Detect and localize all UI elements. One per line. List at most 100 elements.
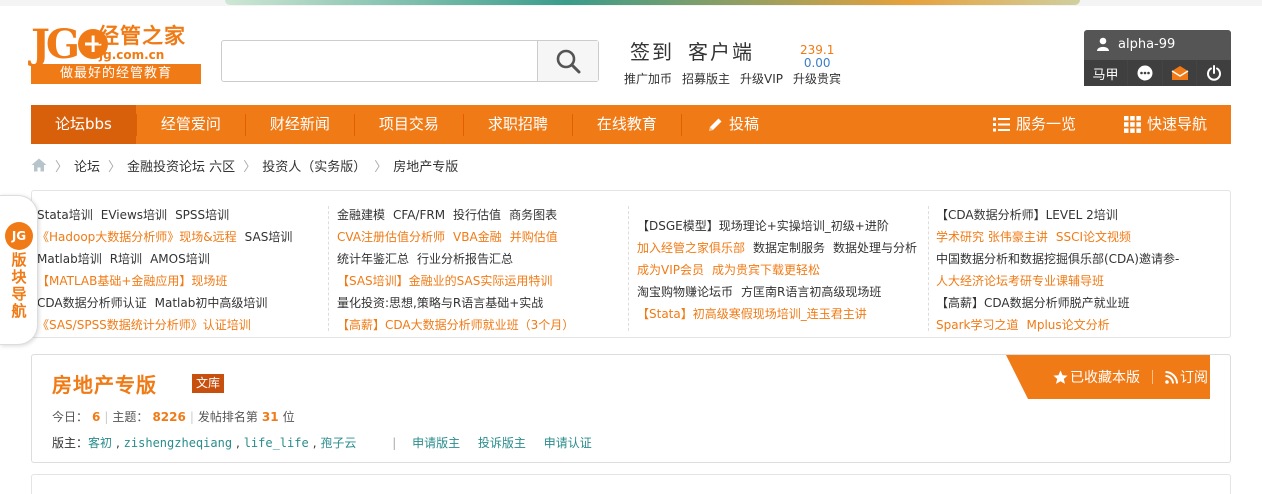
logout-button[interactable]: [1197, 60, 1231, 86]
breadcrumb-forum[interactable]: 论坛: [74, 156, 100, 175]
alt-account-button[interactable]: 马甲: [1084, 60, 1128, 86]
messages-button[interactable]: [1128, 60, 1163, 86]
search-input[interactable]: [222, 41, 538, 81]
ad-link[interactable]: EViews培训: [101, 208, 167, 222]
topics-label: 主题：: [112, 410, 149, 424]
ad-link[interactable]: 成为VIP会员: [637, 263, 704, 277]
header-primary-links: 签到 客户端: [630, 36, 768, 65]
ad-link[interactable]: 并购估值: [510, 230, 558, 244]
ad-link[interactable]: 数据定制服务: [753, 241, 825, 255]
upgrade-guest-link[interactable]: 升级贵宾: [793, 72, 841, 86]
ad-link[interactable]: 【DSGE模型】现场理论+实操培训_初级+进阶: [637, 219, 889, 233]
ad-column-2: 金融建模 CFA/FRM 投行估值 商务图表 CVA注册估值分析师 VBA金融 并购估值 …: [337, 204, 582, 336]
user-name-row[interactable]: alpha-99: [1084, 30, 1231, 58]
forum-header: 房地产专版 文库 已收藏本版 订阅 今日： 6 | 主题： 8226 | 发帖排名第 31 位 …: [31, 354, 1231, 463]
ad-link[interactable]: SSCI论文视频: [1056, 230, 1131, 244]
ad-link[interactable]: Mplus论文分析: [1026, 318, 1109, 332]
today-count: 6: [92, 410, 101, 424]
ad-link[interactable]: 【Stata】初高级寒假现场培训_连玉君主讲: [637, 307, 867, 321]
ad-link[interactable]: VBA金融: [453, 230, 502, 244]
ad-link[interactable]: 【MATLAB基础+金融应用】现场班: [37, 274, 227, 288]
home-icon[interactable]: [31, 158, 47, 172]
ad-link[interactable]: CVA注册估值分析师: [337, 230, 445, 244]
ad-link[interactable]: Matlab培训: [37, 252, 102, 266]
ad-link[interactable]: 《SAS/SPSS数据统计分析师》认证培训: [37, 318, 251, 332]
ad-link[interactable]: 行业分析报告汇总: [417, 252, 513, 266]
breadcrumb-separator: 〉: [374, 159, 388, 175]
topics-count: 8226: [152, 410, 186, 424]
client-link[interactable]: 客户端: [688, 40, 754, 64]
moderator-link[interactable]: 孢子云: [320, 436, 356, 450]
ad-link[interactable]: 量化投资:思想,策略与R语言基础+实战: [337, 296, 543, 310]
grid-icon: [1123, 116, 1141, 133]
site-logo[interactable]: JG + 经管之家 jg.com.cn 做最好的经管教育: [31, 22, 201, 84]
nav-projects[interactable]: 项目交易: [355, 105, 463, 144]
ad-link[interactable]: 【高薪】CDA大数据分析师就业班（3个月）: [337, 318, 574, 332]
nav-education[interactable]: 在线教育: [573, 105, 681, 144]
ad-link[interactable]: 《Hadoop大数据分析师》现场&远程: [37, 230, 237, 244]
ad-link[interactable]: SAS培训: [245, 230, 293, 244]
ad-link[interactable]: 淘宝购物赚论坛币: [637, 285, 733, 299]
search-button[interactable]: [537, 41, 598, 81]
ad-link[interactable]: 成为贵宾下载更轻松: [712, 263, 820, 277]
nav-quick[interactable]: 快速导航: [1100, 105, 1231, 144]
pencil-icon: [708, 118, 722, 131]
apply-moderator-link[interactable]: 申请版主: [412, 436, 460, 450]
nav-submit[interactable]: 投稿: [682, 105, 783, 144]
search-icon: [556, 49, 581, 74]
ad-link[interactable]: 金融建模: [337, 208, 385, 222]
nav-news[interactable]: 财经新闻: [246, 105, 354, 144]
breadcrumb: 〉 论坛 〉 金融投资论坛 六区 〉 投资人（实务版） 〉 房地产专版: [31, 150, 458, 180]
ad-link[interactable]: 人大经济论坛考研专业课辅导班: [936, 274, 1104, 288]
ad-link[interactable]: Stata培训: [37, 208, 93, 222]
ad-link[interactable]: SPSS培训: [175, 208, 229, 222]
upgrade-vip-link[interactable]: 升级VIP: [740, 72, 783, 86]
rss-button[interactable]: 订阅: [1165, 367, 1208, 387]
breadcrumb-separator: 〉: [243, 159, 257, 175]
ad-link[interactable]: 中国数据分析和数据挖掘俱乐部(CDA)邀请参-: [936, 252, 1179, 266]
ad-link[interactable]: AMOS培训: [150, 252, 210, 266]
ad-link[interactable]: 【CDA数据分析师】LEVEL 2培训: [936, 208, 1118, 222]
nav-jobs[interactable]: 求职招聘: [464, 105, 572, 144]
breadcrumb-board[interactable]: 投资人（实务版）: [262, 156, 366, 175]
ad-link[interactable]: 统计年鉴汇总: [337, 252, 409, 266]
nav-ask[interactable]: 经管爱问: [137, 105, 245, 144]
ad-link[interactable]: 加入经管之家俱乐部: [637, 241, 745, 255]
nav-services[interactable]: 服务一览: [969, 105, 1100, 144]
breadcrumb-separator: 〉: [108, 159, 122, 175]
nav-quick-label: 快速导航: [1146, 115, 1207, 133]
nav-bbs[interactable]: 论坛bbs: [31, 105, 136, 144]
ad-link[interactable]: Spark学习之道: [936, 318, 1018, 332]
library-badge[interactable]: 文库: [192, 374, 224, 393]
ad-link[interactable]: 数据处理与分析: [833, 241, 917, 255]
ad-link[interactable]: 【高薪】CDA数据分析师脱产就业班: [936, 296, 1130, 310]
breadcrumb-current[interactable]: 房地产专版: [393, 156, 458, 175]
forum-title: 房地产专版: [52, 373, 157, 397]
ad-link[interactable]: R培训: [110, 252, 142, 266]
mail-button[interactable]: [1163, 60, 1197, 86]
ad-link[interactable]: CFA/FRM: [393, 208, 445, 222]
ad-links-panel: Stata培训 EViews培训 SPSS培训 《Hadoop大数据分析师》现场&远…: [31, 190, 1231, 338]
ad-link[interactable]: 学术研究 张伟豪主讲: [936, 230, 1048, 244]
favorite-button[interactable]: 已收藏本版: [1053, 367, 1140, 387]
logo-slogan: 做最好的经管教育: [31, 64, 201, 84]
ad-link[interactable]: 【SAS培训】金融业的SAS实际运用特训: [337, 274, 552, 288]
action-divider: [1152, 370, 1153, 384]
ad-link[interactable]: CDA数据分析师认证: [37, 296, 147, 310]
breadcrumb-zone[interactable]: 金融投资论坛 六区: [127, 156, 235, 175]
sign-in-link[interactable]: 签到: [630, 40, 674, 64]
moderator-link[interactable]: 客初: [88, 436, 112, 450]
ad-link[interactable]: Matlab初中高级培训: [155, 296, 268, 310]
ad-link[interactable]: 商务图表: [509, 208, 557, 222]
moderator-link[interactable]: zishengzheqiang: [124, 436, 232, 450]
ad-column-1: Stata培训 EViews培训 SPSS培训 《Hadoop大数据分析师》现场&远…: [37, 204, 300, 336]
recruit-mod-link[interactable]: 招募版主: [682, 72, 730, 86]
ad-link[interactable]: 投行估值: [453, 208, 501, 222]
board-nav-tab[interactable]: JG 版块导航: [0, 195, 38, 345]
promote-link[interactable]: 推广加币: [624, 72, 672, 86]
moderator-link[interactable]: life_life: [244, 436, 309, 450]
ad-link[interactable]: 方匡南R语言初高级现场班: [741, 285, 881, 299]
apply-certification-link[interactable]: 申请认证: [544, 436, 592, 450]
top-ad-banner[interactable]: [225, 0, 1080, 5]
complain-moderator-link[interactable]: 投诉版主: [478, 436, 526, 450]
